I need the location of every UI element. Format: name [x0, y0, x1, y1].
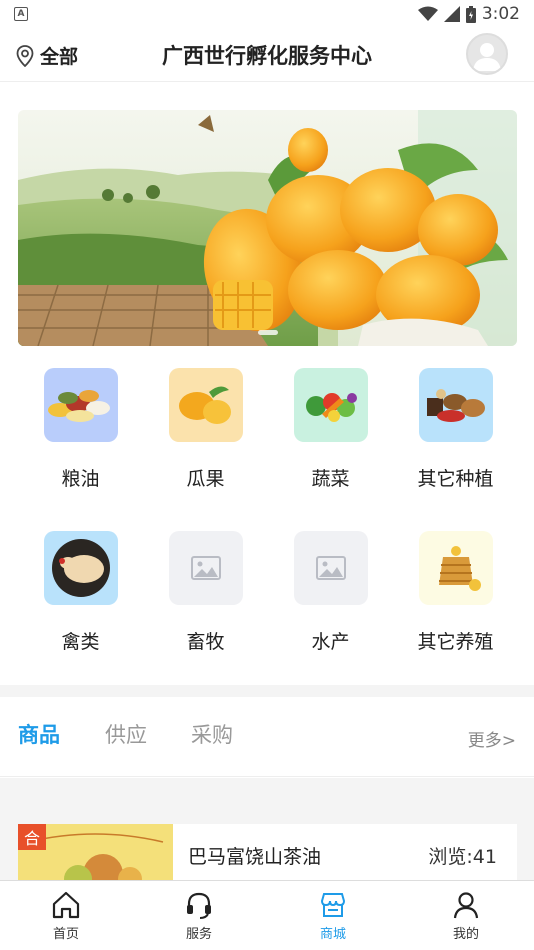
app-header: 全部 广西世行孵化服务中心 [0, 28, 534, 82]
headset-icon [187, 892, 211, 919]
image-placeholder-icon [168, 531, 243, 605]
nav-label: 服务 [185, 927, 212, 942]
category-label: 畜牧 [186, 631, 225, 653]
default-avatar-icon [473, 43, 501, 71]
more-link[interactable]: 更多> [468, 726, 516, 751]
category-label: 其它种植 [417, 468, 494, 490]
category-livestock[interactable]: 畜牧 [143, 531, 268, 654]
grains-icon [43, 368, 118, 442]
nav-label: 我的 [452, 927, 479, 942]
tab-supply[interactable]: 供应 [105, 719, 147, 749]
notification-icon: A [14, 7, 28, 21]
nav-profile[interactable]: 我的 [426, 889, 506, 942]
product-card[interactable]: 合 巴马富饶山茶油 浏览:41 [18, 824, 517, 884]
page-title: 广西世行孵化服务中心 [162, 44, 372, 68]
category-aquatic[interactable]: 水产 [268, 531, 393, 654]
tab-purchase[interactable]: 采购 [191, 719, 233, 749]
image-placeholder-icon [293, 531, 368, 605]
nav-shop[interactable]: 商城 [293, 889, 373, 942]
home-icon [52, 891, 80, 919]
category-fruits[interactable]: 瓜果 [143, 368, 268, 491]
chicken-icon [43, 531, 118, 605]
shop-icon [320, 893, 346, 917]
promo-banner[interactable] [18, 110, 517, 346]
category-other-planting[interactable]: 其它种植 [393, 368, 518, 491]
category-label: 禽类 [61, 631, 100, 653]
category-label: 瓜果 [186, 468, 225, 490]
bottom-navigation: 首页 服务 商城 我的 [0, 880, 534, 950]
mango-banner-image [18, 110, 517, 346]
nav-service[interactable]: 服务 [159, 889, 239, 942]
product-badge: 合 [18, 824, 46, 850]
avatar[interactable] [466, 33, 508, 75]
vegetables-icon [293, 368, 368, 442]
category-label: 其它养殖 [417, 631, 494, 653]
nav-label: 首页 [52, 927, 79, 942]
honey-icon [418, 531, 493, 605]
category-grains[interactable]: 粮油 [18, 368, 143, 491]
status-bar: A 3:02 [0, 0, 534, 28]
nuts-icon [418, 368, 493, 442]
product-image: 合 [18, 824, 173, 884]
signal-icon [443, 6, 460, 22]
mango-icon [168, 368, 243, 442]
wifi-icon [417, 6, 438, 21]
category-vegetables[interactable]: 蔬菜 [268, 368, 393, 491]
user-icon [453, 892, 479, 919]
category-label: 水产 [311, 631, 350, 653]
nav-label: 商城 [319, 927, 346, 942]
product-tabs: 商品 供应 采购 更多> [0, 697, 534, 777]
product-views: 浏览:41 [428, 846, 497, 868]
clock: 3:02 [481, 4, 520, 24]
tab-products[interactable]: 商品 [18, 719, 60, 749]
category-poultry[interactable]: 禽类 [18, 531, 143, 654]
category-label: 粮油 [61, 468, 100, 490]
nav-home[interactable]: 首页 [26, 889, 106, 942]
battery-icon [465, 5, 476, 23]
category-other-breeding[interactable]: 其它养殖 [393, 531, 518, 654]
product-name: 巴马富饶山茶油 [188, 846, 322, 868]
category-label: 蔬菜 [311, 468, 350, 490]
section-divider [0, 685, 534, 697]
